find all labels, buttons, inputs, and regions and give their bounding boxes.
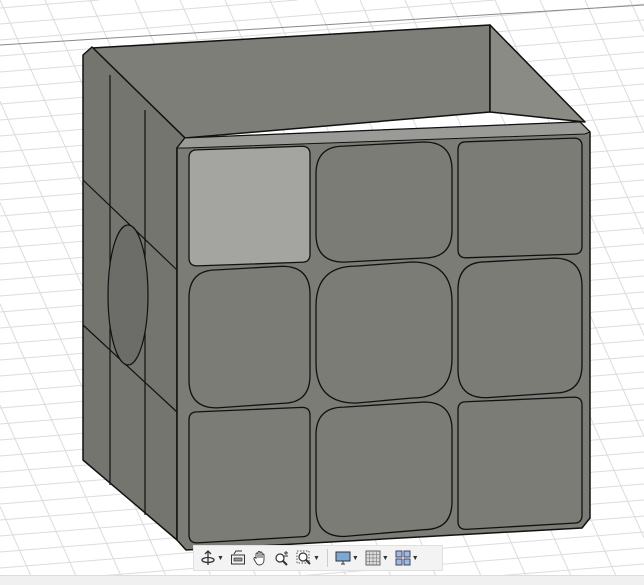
zoom-button[interactable]: [272, 547, 292, 569]
3d-viewport[interactable]: [0, 0, 644, 585]
look-at-icon: [230, 550, 245, 565]
front-tile-middle-left[interactable]: [188, 265, 311, 409]
monitor-icon: [335, 551, 351, 565]
orbit-button[interactable]: ▼: [198, 547, 226, 569]
grid-line: [0, 404, 81, 585]
grid-line: [0, 0, 100, 9]
chevron-down-icon[interactable]: ▼: [382, 555, 389, 562]
pan-button[interactable]: [250, 547, 270, 569]
toolbar-divider: [326, 549, 328, 567]
fit-button[interactable]: ▼: [294, 547, 322, 569]
zoom-window-icon: [296, 550, 311, 565]
left-tile-center[interactable]: [107, 224, 149, 366]
front-tile-top-left[interactable]: [188, 145, 311, 267]
navigation-toolbar: ▼ ▼ ▼ ▼ ▼: [193, 545, 443, 571]
status-strip: [0, 575, 644, 585]
front-tile-bottom-right[interactable]: [457, 396, 583, 531]
chevron-down-icon[interactable]: ▼: [412, 555, 419, 562]
look-at-button[interactable]: [228, 547, 248, 569]
front-tile-middle-right[interactable]: [457, 257, 583, 399]
front-tile-top-right[interactable]: [457, 137, 583, 259]
viewports-icon: [395, 550, 411, 566]
front-tile-bottom-center[interactable]: [315, 401, 453, 538]
zoom-icon: [275, 551, 288, 566]
grid-and-snaps-button[interactable]: ▼: [363, 547, 391, 569]
grid-line: [0, 0, 298, 25]
orbit-icon: [201, 550, 215, 565]
chevron-down-icon[interactable]: ▼: [313, 555, 320, 562]
chevron-down-icon[interactable]: ▼: [352, 555, 359, 562]
front-tile-middle-center[interactable]: [315, 261, 453, 404]
grid-icon: [365, 550, 381, 566]
cube-model[interactable]: [82, 24, 591, 551]
front-tile-bottom-left[interactable]: [188, 406, 311, 544]
grid-line: [584, 0, 644, 133]
display-settings-button[interactable]: ▼: [333, 547, 361, 569]
viewports-button[interactable]: ▼: [393, 547, 421, 569]
front-tile-top-center[interactable]: [315, 141, 453, 263]
chevron-down-icon[interactable]: ▼: [217, 555, 224, 562]
hand-icon: [253, 551, 265, 566]
